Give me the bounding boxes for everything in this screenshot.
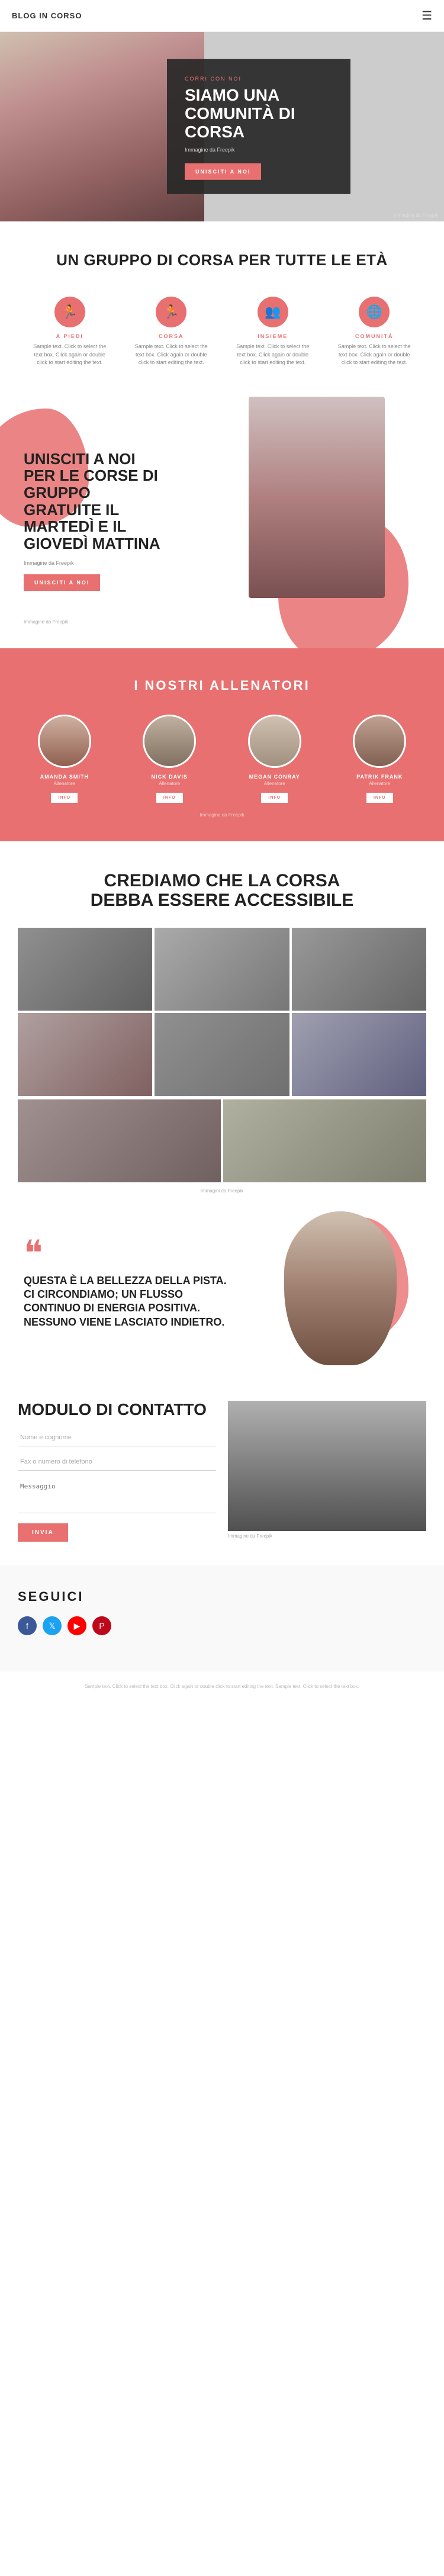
hero-title: SIAMO UNA COMUNITÀ DI CORSA <box>185 86 333 141</box>
feature-a-piedi: 🏃 A PIEDI Sample text. Click to select t… <box>24 291 116 373</box>
features-grid: 🏃 A PIEDI Sample text. Click to select t… <box>24 291 420 373</box>
seguici-title: SEGUICI <box>18 1589 426 1604</box>
feature-text-corsa: Sample text. Click to select the text bo… <box>130 343 213 367</box>
facebook-icon[interactable]: f <box>18 1616 37 1635</box>
trainer-role-megan: Allenatore <box>228 781 321 786</box>
photo-grid-top <box>18 928 426 1096</box>
feature-icon-corsa: 🏃 <box>156 297 186 327</box>
trainer-name-patrik: PATRIK FRANK <box>333 774 427 780</box>
feature-label-corsa: CORSA <box>130 333 213 339</box>
feature-text-insieme: Sample text. Click to select the text bo… <box>231 343 314 367</box>
contact-image-column: Immagine da Freepik <box>228 1401 426 1542</box>
trainer-card-megan: MEGAN CONRAY Allenatore Info <box>228 715 321 803</box>
feature-text-piedi: Sample text. Click to select the text bo… <box>28 343 111 367</box>
section-seguici: SEGUICI f 𝕏 ▶ P <box>0 1565 444 1671</box>
feature-icon-insieme: 👥 <box>258 297 288 327</box>
contact-submit-button[interactable]: INVIA <box>18 1523 68 1542</box>
hero-content-box: CORRI CON NOI SIAMO UNA COMUNITÀ DI CORS… <box>167 59 350 194</box>
feature-corsa: 🏃 CORSA Sample text. Click to select the… <box>126 291 218 373</box>
accessible-title: CREDIAMO CHE LA CORSA DEBBA ESSERE ACCES… <box>74 871 370 910</box>
trainer-btn-megan[interactable]: Info <box>261 793 288 803</box>
quote-content: ❝ QUESTA È LA BELLEZZA DELLA PISTA. CI C… <box>24 1241 231 1330</box>
logo: BLOG IN CORSO <box>12 11 82 20</box>
section-gruppo: UN GRUPPO DI CORSA PER TUTTE LE ETÀ 🏃 A … <box>0 221 444 397</box>
contact-phone-input[interactable] <box>18 1453 216 1471</box>
group-run-inner: UNISCITI A NOI PER LE CORSE DI GRUPPO GR… <box>0 420 444 622</box>
feature-label-comunita: COMUNITÀ <box>333 333 416 339</box>
trainer-role-amanda: Allenatore <box>18 781 111 786</box>
feature-text-comunita: Sample text. Click to select the text bo… <box>333 343 416 367</box>
photo-grid-item-7 <box>18 1099 221 1182</box>
quote-text: QUESTA È LA BELLEZZA DELLA PISTA. CI CIR… <box>24 1274 231 1330</box>
section-contact: MODULO DI CONTATTO INVIA Immagine da Fre… <box>0 1377 444 1566</box>
footer: Sample text. Click to select the text bo… <box>0 1671 444 1703</box>
section-quote: ❝ QUESTA È LA BELLEZZA DELLA PISTA. CI C… <box>0 1211 444 1377</box>
quote-mark: ❝ <box>24 1241 231 1266</box>
trainer-card-amanda: AMANDA SMITH Allenatore Info <box>18 715 111 803</box>
trainer-role-nick: Allenatore <box>123 781 217 786</box>
contact-grid: MODULO DI CONTATTO INVIA Immagine da Fre… <box>18 1401 426 1542</box>
quote-person-image <box>284 1211 397 1365</box>
youtube-icon[interactable]: ▶ <box>67 1616 86 1635</box>
feature-icon-piedi: 🏃 <box>54 297 85 327</box>
trainers-title: I NOSTRI ALLENATORI <box>18 678 426 693</box>
trainer-avatar-patrik <box>353 715 406 768</box>
contact-image <box>228 1401 426 1531</box>
trainer-name-nick: NICK DAVIS <box>123 774 217 780</box>
section-accessible: CREDIAMO CHE LA CORSA DEBBA ESSERE ACCES… <box>0 841 444 1211</box>
accessible-img-credit: Immagini da Freepik <box>18 1188 426 1194</box>
section-group-run: UNISCITI A NOI PER LE CORSE DI GRUPPO GR… <box>0 397 444 648</box>
photo-grid-item-2 <box>155 928 289 1011</box>
trainers-img-credit: Immagine da Freepik <box>18 812 426 818</box>
photo-grid-item-8 <box>223 1099 426 1182</box>
trainer-role-patrik: Allenatore <box>333 781 427 786</box>
trainer-avatar-amanda <box>38 715 91 768</box>
feature-label-piedi: A PIEDI <box>28 333 111 339</box>
photo-grid-item-1 <box>18 928 152 1011</box>
gruppo-title: UN GRUPPO DI CORSA PER TUTTE LE ETÀ <box>24 251 420 269</box>
feature-icon-comunita: 🌐 <box>359 297 390 327</box>
contact-form-column: MODULO DI CONTATTO INVIA <box>18 1401 216 1542</box>
group-run-subtitle: Immagine da Freepik <box>24 560 166 566</box>
group-run-title: UNISCITI A NOI PER LE CORSE DI GRUPPO GR… <box>24 451 166 552</box>
hero-image-credit-inline: Immagine da Freepik <box>185 147 333 153</box>
feature-comunita: 🌐 COMUNITÀ Sample text. Click to select … <box>329 291 421 373</box>
group-run-cta-button[interactable]: UNISCITI A NOI <box>24 574 100 591</box>
trainer-btn-amanda[interactable]: Info <box>51 793 78 803</box>
contact-img-credit: Immagine da Freepik <box>228 1533 426 1539</box>
pinterest-icon[interactable]: P <box>92 1616 111 1635</box>
feature-label-insieme: INSIEME <box>231 333 314 339</box>
trainer-card-nick: NICK DAVIS Allenatore Info <box>123 715 217 803</box>
photo-grid-item-6 <box>292 1013 426 1096</box>
photo-grid-bottom <box>18 1099 426 1182</box>
contact-name-input[interactable] <box>18 1429 216 1446</box>
hero-image-credit: Immagine da Freepik <box>394 213 438 218</box>
group-run-text: UNISCITI A NOI PER LE CORSE DI GRUPPO GR… <box>0 421 189 621</box>
trainer-btn-nick[interactable]: Info <box>156 793 183 803</box>
navbar: BLOG IN CORSO ☰ <box>0 0 444 32</box>
trainer-name-amanda: AMANDA SMITH <box>18 774 111 780</box>
feature-insieme: 👥 INSIEME Sample text. Click to select t… <box>227 291 319 373</box>
trainer-btn-patrik[interactable]: Info <box>366 793 393 803</box>
hero-section: CORRI CON NOI SIAMO UNA COMUNITÀ DI CORS… <box>0 32 444 221</box>
photo-grid-item-4 <box>18 1013 152 1096</box>
trainer-avatar-megan <box>248 715 301 768</box>
hamburger-menu-icon[interactable]: ☰ <box>422 8 432 23</box>
trainer-avatar-nick <box>143 715 196 768</box>
trainer-card-patrik: PATRIK FRANK Allenatore Info <box>333 715 427 803</box>
section-trainers: I NOSTRI ALLENATORI AMANDA SMITH Allenat… <box>0 648 444 841</box>
footer-text: Sample text. Click to select the text bo… <box>18 1683 426 1691</box>
photo-grid-item-3 <box>292 928 426 1011</box>
contact-message-input[interactable] <box>18 1478 216 1513</box>
hero-tag: CORRI CON NOI <box>185 76 333 82</box>
twitter-icon[interactable]: 𝕏 <box>43 1616 62 1635</box>
contact-title: MODULO DI CONTATTO <box>18 1401 216 1419</box>
trainers-grid: AMANDA SMITH Allenatore Info NICK DAVIS … <box>18 715 426 803</box>
hero-cta-button[interactable]: UNISCITI A NOI <box>185 163 261 180</box>
photo-grid-item-5 <box>155 1013 289 1096</box>
social-icons-row: f 𝕏 ▶ P <box>18 1616 426 1635</box>
trainer-name-megan: MEGAN CONRAY <box>228 774 321 780</box>
